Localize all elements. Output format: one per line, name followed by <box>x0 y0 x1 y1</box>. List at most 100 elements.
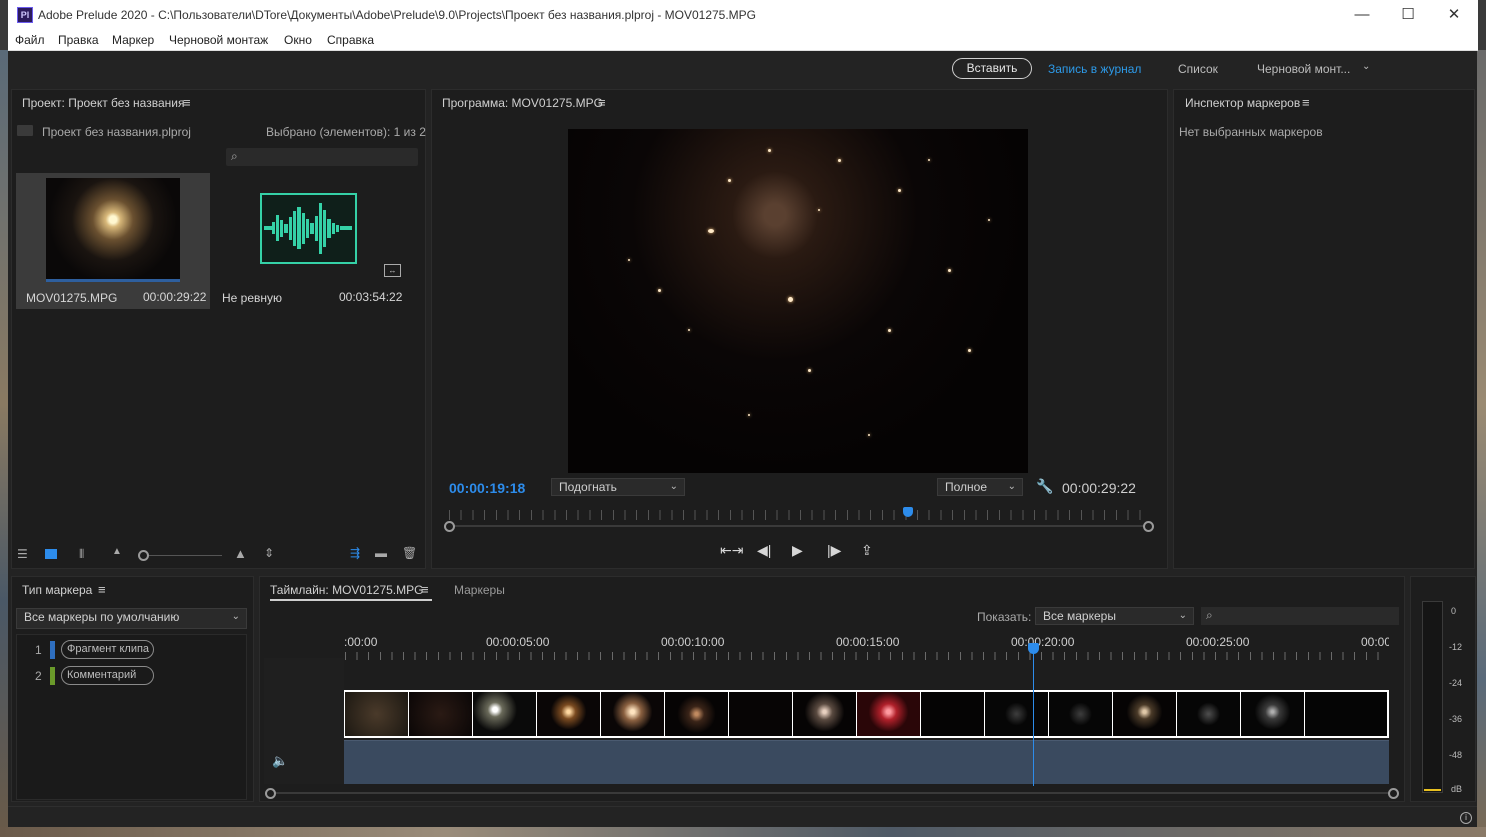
search-icon: ⌕ <box>1206 608 1213 622</box>
scrubber-start-handle[interactable] <box>444 521 455 532</box>
program-panel-menu-icon[interactable]: ≡ <box>598 95 606 110</box>
audio-meter-level <box>1424 789 1441 791</box>
timeline-scroll-end-handle[interactable] <box>1388 788 1399 799</box>
fit-zoom-select[interactable]: Подогнать ⌄ <box>551 478 685 496</box>
meter-scale-label: -36 <box>1449 714 1463 724</box>
project-file-name: Проект без названия.plproj <box>42 125 191 139</box>
audio-clip-duration: 00:03:54:22 <box>339 290 403 304</box>
menu-window[interactable]: Окно <box>284 33 312 47</box>
workspace-tab-rough-cut[interactable]: Черновой монт... <box>1257 62 1350 76</box>
ingest-icon[interactable]: ⇶ <box>350 546 360 560</box>
workspace-tab-list[interactable]: Список <box>1178 62 1218 76</box>
ruler-label: 00:00:0 <box>1361 635 1389 649</box>
play-icon[interactable]: ▶ <box>792 542 803 559</box>
menu-marker[interactable]: Маркер <box>112 33 154 47</box>
meter-scale-label: 0 <box>1451 606 1457 616</box>
info-icon[interactable]: i <box>1460 812 1472 824</box>
clip-thumbnail[interactable] <box>46 178 180 282</box>
timeline-menu-icon[interactable]: ≡ <box>421 582 429 597</box>
program-panel-title[interactable]: Программа: MOV01275.MPG <box>442 96 603 110</box>
workspace-tab-logging[interactable]: Запись в журнал <box>1048 62 1141 76</box>
maximize-button[interactable]: ☐ <box>1385 0 1431 31</box>
clip-name: MOV01275.MPG <box>26 291 118 305</box>
scrubber-ticks <box>449 510 1149 520</box>
timeline-zoom-scrollbar[interactable] <box>271 792 1394 794</box>
chevron-down-icon: ⌄ <box>669 481 678 492</box>
marker-inspector-menu-icon[interactable]: ≡ <box>1302 95 1310 110</box>
export-frame-icon[interactable]: ⇪ <box>861 542 873 559</box>
markers-tab[interactable]: Маркеры <box>454 583 505 597</box>
trash-icon[interactable]: 🗑 <box>402 546 417 560</box>
video-track-clip[interactable] <box>344 690 1389 738</box>
sort-icon[interactable]: ⇕ <box>264 546 274 560</box>
step-back-icon[interactable]: ◀| <box>757 542 771 559</box>
marker-type-number: 1 <box>35 643 42 657</box>
freeform-view-icon[interactable]: ⦀ <box>79 547 84 562</box>
timeline-tab[interactable]: Таймлайн: MOV01275.MPG <box>270 583 423 597</box>
marker-type-select[interactable]: Все маркеры по умолчанию ⌄ <box>16 608 247 629</box>
menu-rough-cut[interactable]: Черновой монтаж <box>169 33 268 47</box>
scrubber-track[interactable] <box>449 525 1149 527</box>
audio-meter-panel <box>1410 576 1476 802</box>
current-time-display[interactable]: 00:00:19:18 <box>449 480 525 496</box>
timeline-playhead[interactable] <box>1028 643 1039 654</box>
meter-scale-label: -24 <box>1449 678 1463 688</box>
meter-scale-label: dB <box>1451 784 1463 794</box>
zoom-in-icon[interactable]: ▲ <box>234 546 247 561</box>
menu-bar: Файл Правка Маркер Черновой монтаж Окно … <box>8 31 1478 51</box>
zoom-out-icon[interactable]: ▲ <box>112 546 122 557</box>
insert-button[interactable]: Вставить <box>952 58 1032 79</box>
video-frame[interactable] <box>568 129 1028 473</box>
menu-file[interactable]: Файл <box>15 33 45 47</box>
desktop-background-left <box>0 50 8 837</box>
chevron-down-icon: ⌄ <box>1178 610 1187 621</box>
menu-help[interactable]: Справка <box>327 33 374 47</box>
meter-scale-label: -48 <box>1449 750 1463 760</box>
program-playhead[interactable] <box>903 507 913 517</box>
icon-view-icon[interactable] <box>45 549 57 559</box>
marker-type-subclip-button[interactable]: Фрагмент клипа <box>61 640 154 659</box>
ruler-label: 00:00:20:00 <box>1011 635 1075 649</box>
step-forward-icon[interactable]: |▶ <box>827 542 841 559</box>
chevron-down-icon: ⌄ <box>1007 481 1016 492</box>
menu-edit[interactable]: Правка <box>58 33 99 47</box>
marker-type-title[interactable]: Тип маркера <box>22 583 92 597</box>
playback-quality-select[interactable]: Полное ⌄ <box>937 478 1023 496</box>
minimize-button[interactable]: — <box>1339 0 1385 31</box>
zoom-slider-track[interactable] <box>147 555 222 556</box>
status-bar <box>8 806 1477 827</box>
ruler-label: 00:00:05:00 <box>486 635 550 649</box>
timeline-scroll-start-handle[interactable] <box>265 788 276 799</box>
inspector-empty-message: Нет выбранных маркеров <box>1179 125 1323 139</box>
new-bin-icon[interactable]: ▬ <box>375 546 387 560</box>
audio-clip-name: Не ревную <box>222 291 283 305</box>
project-search-input[interactable] <box>226 148 418 166</box>
waveform-icon <box>264 203 352 254</box>
folder-icon <box>17 125 33 136</box>
project-panel-title[interactable]: Проект: Проект без названия <box>22 96 184 110</box>
marker-type-comment-button[interactable]: Комментарий <box>61 666 154 685</box>
search-icon: ⌕ <box>231 149 238 163</box>
show-label: Показать: <box>977 610 1032 624</box>
timeline-search-input[interactable] <box>1201 607 1399 625</box>
ruler-label: 00:00:10:00 <box>661 635 725 649</box>
show-markers-select[interactable]: Все маркеры ⌄ <box>1035 607 1194 625</box>
project-panel-menu-icon[interactable]: ≡ <box>183 95 191 110</box>
close-button[interactable]: ✕ <box>1431 0 1477 31</box>
scrubber-end-handle[interactable] <box>1143 521 1154 532</box>
audio-clip-thumbnail[interactable] <box>260 193 357 264</box>
mark-in-out-icon[interactable]: ⇤⇥ <box>720 542 743 559</box>
zoom-slider-handle[interactable] <box>138 550 149 561</box>
ruler-label: 00:00:15:00 <box>836 635 900 649</box>
marker-inspector-panel <box>1173 89 1475 569</box>
marker-inspector-title[interactable]: Инспектор маркеров <box>1185 96 1300 110</box>
marker-type-menu-icon[interactable]: ≡ <box>98 582 106 597</box>
desktop-background-right <box>1477 50 1486 837</box>
wrench-icon[interactable]: 🔧 <box>1036 478 1053 495</box>
chevron-down-icon: ⌄ <box>231 611 240 622</box>
list-view-icon[interactable]: ☰ <box>17 547 28 561</box>
timeline-ruler[interactable] <box>345 652 1389 660</box>
workspace-more-chevron-icon[interactable]: ⌄ <box>1362 61 1370 72</box>
audio-track-clip[interactable] <box>344 740 1389 784</box>
speaker-icon[interactable]: 🔈 <box>272 753 288 769</box>
